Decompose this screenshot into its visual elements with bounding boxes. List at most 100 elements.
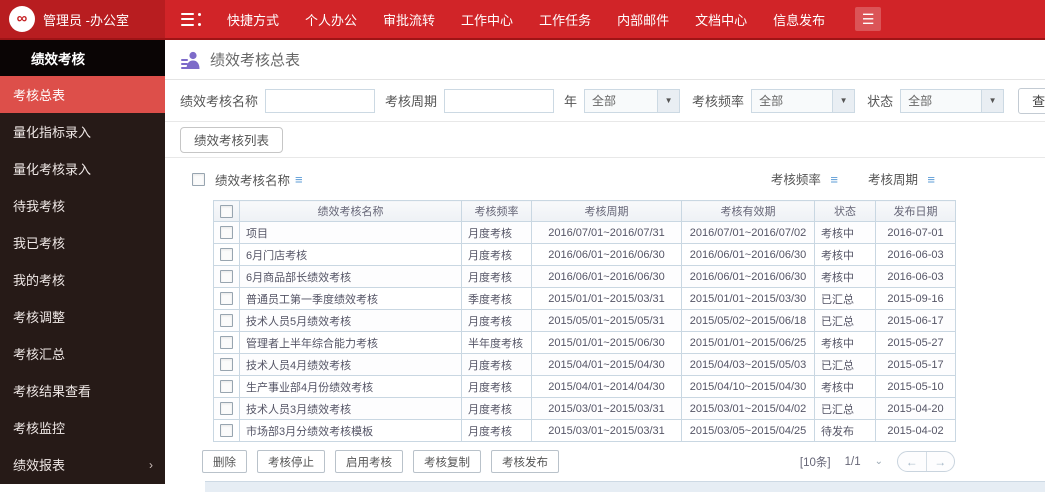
table-cell: 2015/03/01~2015/03/31 [531, 419, 682, 442]
row-checkbox[interactable] [220, 424, 233, 437]
table-cell: 生产事业部4月份绩效考核 [239, 375, 462, 398]
sidebar-item[interactable]: 考核结果查看 [0, 372, 165, 409]
action-button[interactable]: 考核停止 [257, 450, 325, 473]
nav-item[interactable]: 审批流转 [383, 10, 435, 29]
row-checkbox[interactable] [220, 402, 233, 415]
table-row[interactable]: 普通员工第一季度绩效考核 季度考核 2015/01/01~2015/03/31 201… [213, 287, 956, 310]
table-cell: 2015/04/01~2015/04/30 [531, 353, 682, 376]
next-panel-edge [205, 481, 1045, 492]
table-row[interactable]: 生产事业部4月份绩效考核 月度考核 2015/04/01~2014/04/30 201… [213, 375, 956, 398]
table-cell: 2015-05-10 [875, 375, 956, 398]
action-button[interactable]: 启用考核 [335, 450, 403, 473]
table-cell: 管理者上半年综合能力考核 [239, 331, 462, 354]
sort-icon[interactable]: ≡ [295, 172, 303, 187]
page-title: 绩效考核总表 [210, 52, 301, 69]
header-checkbox[interactable] [220, 204, 233, 218]
next-page-button[interactable]: → [925, 452, 955, 471]
status-select[interactable]: 全部 ▼ [900, 88, 1005, 113]
dropdown-arrow-icon: ▼ [832, 89, 855, 112]
table-cell: 月度考核 [461, 419, 532, 442]
table-cell: 已汇总 [814, 353, 876, 376]
table-row[interactable]: 项目 月度考核 2016/07/01~2016/07/31 2016/07/01~20… [213, 221, 956, 244]
row-checkbox[interactable] [220, 248, 233, 261]
action-button[interactable]: 考核复制 [413, 450, 481, 473]
column-header[interactable]: 绩效考核名称 [239, 200, 462, 222]
row-checkbox[interactable] [220, 380, 233, 393]
filter-bar: 绩效考核名称 考核周期 年 全部 ▼ 考核频率 全部 ▼ 状态 全部 ▼ 查 [165, 80, 1045, 122]
action-button[interactable]: 删除 [202, 450, 247, 473]
logo-icon: ∞ [16, 9, 28, 27]
table-row[interactable]: 技术人员4月绩效考核 月度考核 2015/04/01~2015/04/30 2015/… [213, 353, 956, 376]
nav-item[interactable]: 快捷方式 [227, 10, 279, 29]
hamburger-icon: ☰ [861, 11, 875, 27]
column-header[interactable]: 发布日期 [875, 200, 956, 222]
assessment-name-input[interactable] [265, 88, 376, 113]
assessment-list-tab[interactable]: 绩效考核列表 [180, 126, 284, 153]
performance-person-icon [181, 51, 200, 69]
table-cell: 2015/03/01~2015/03/31 [531, 397, 682, 420]
expand-chevron-icon: › [149, 457, 153, 472]
assessment-table: 绩效考核名称 考核频率 考核周期 考核有效期 状态 发布日期 项目 月度考核 2016/07/… [213, 200, 956, 442]
table-row[interactable]: 技术人员5月绩效考核 月度考核 2015/05/01~2015/05/31 2015/… [213, 309, 956, 332]
nav-item[interactable]: 信息发布 [773, 10, 825, 29]
table-row[interactable]: 技术人员3月绩效考核 月度考核 2015/03/01~2015/03/31 2015/… [213, 397, 956, 420]
group-period-field: 考核周期 [867, 173, 918, 187]
year-select[interactable]: 全部 ▼ [584, 88, 681, 113]
row-checkbox[interactable] [220, 358, 233, 371]
assessment-period-input[interactable] [444, 88, 555, 113]
column-header[interactable]: 考核周期 [531, 200, 682, 222]
table-row[interactable]: 市场部3月分绩效考核模板 月度考核 2015/03/01~2015/03/31 201… [213, 419, 956, 442]
sidebar-item[interactable]: 我的考核 [0, 261, 165, 298]
row-checkbox[interactable] [220, 226, 233, 239]
sidebar-item[interactable]: 待我考核 [0, 187, 165, 224]
sidebar-item[interactable]: 量化指标录入 [0, 113, 165, 150]
sidebar-item[interactable]: 考核总表 [0, 76, 165, 113]
nav-item[interactable]: 文档中心 [695, 10, 747, 29]
table-cell: 2015/05/02~2015/06/18 [681, 309, 815, 332]
nav-item[interactable]: 工作任务 [539, 10, 591, 29]
table-cell: 技术人员4月绩效考核 [239, 353, 462, 376]
sidebar-item[interactable]: 考核汇总 [0, 335, 165, 372]
prev-page-button[interactable]: ← [898, 452, 926, 471]
sort-icon[interactable]: ≡ [830, 172, 838, 187]
table-cell: 2016-06-03 [875, 243, 956, 266]
table-cell: 月度考核 [461, 243, 532, 266]
sidebar-item[interactable]: 考核调整 [0, 298, 165, 335]
row-checkbox[interactable] [220, 336, 233, 349]
sidebar-item[interactable]: 量化考核录入 [0, 150, 165, 187]
nav-item[interactable]: 个人办公 [305, 10, 357, 29]
group-bar: 绩效考核名称 ≡ 考核频率 ≡ 考核周期 ≡ [165, 158, 1045, 200]
status-label: 状态 [867, 94, 894, 109]
sidebar-item[interactable]: 我已考核 [0, 224, 165, 261]
column-header[interactable]: 考核有效期 [681, 200, 815, 222]
table-cell: 2015/04/03~2015/05/03 [681, 353, 815, 376]
more-menu-button[interactable]: ☰ [855, 7, 882, 31]
filter-period-label: 考核周期 [385, 94, 438, 109]
action-button[interactable]: 考核发布 [491, 450, 559, 473]
collapse-menu-icon[interactable] [181, 12, 201, 27]
nav-item[interactable]: 内部邮件 [617, 10, 669, 29]
sort-icon[interactable]: ≡ [927, 172, 935, 187]
table-cell: 2015/04/10~2015/04/30 [681, 375, 815, 398]
table-cell: 2015-05-27 [875, 331, 956, 354]
frequency-select[interactable]: 全部 ▼ [751, 88, 856, 113]
table-cell: 2015/01/01~2015/03/31 [531, 287, 682, 310]
chevron-down-icon[interactable]: ⌄ [875, 456, 883, 467]
column-header[interactable]: 考核频率 [461, 200, 532, 222]
row-checkbox[interactable] [220, 292, 233, 305]
row-checkbox[interactable] [220, 314, 233, 327]
table-cell: 2016/06/01~2016/06/30 [531, 265, 682, 288]
table-cell: 2016/06/01~2016/06/30 [531, 243, 682, 266]
pager-controls: ← → [897, 451, 955, 472]
table-row[interactable]: 6月门店考核 月度考核 2016/06/01~2016/06/30 2016/06/0… [213, 243, 956, 266]
filter-name-label: 绩效考核名称 [180, 94, 259, 109]
sidebar-item[interactable]: 绩效报表 › [0, 446, 165, 483]
table-row[interactable]: 6月商品部长绩效考核 月度考核 2016/06/01~2016/06/30 2016/… [213, 265, 956, 288]
nav-item[interactable]: 工作中心 [461, 10, 513, 29]
table-row[interactable]: 管理者上半年综合能力考核 半年度考核 2015/01/01~2015/06/30 20… [213, 331, 956, 354]
row-checkbox[interactable] [220, 270, 233, 283]
column-header[interactable]: 状态 [814, 200, 876, 222]
select-all-checkbox[interactable] [192, 172, 205, 186]
sidebar-item[interactable]: 考核监控 [0, 409, 165, 446]
search-button[interactable]: 查询 [1018, 87, 1045, 114]
